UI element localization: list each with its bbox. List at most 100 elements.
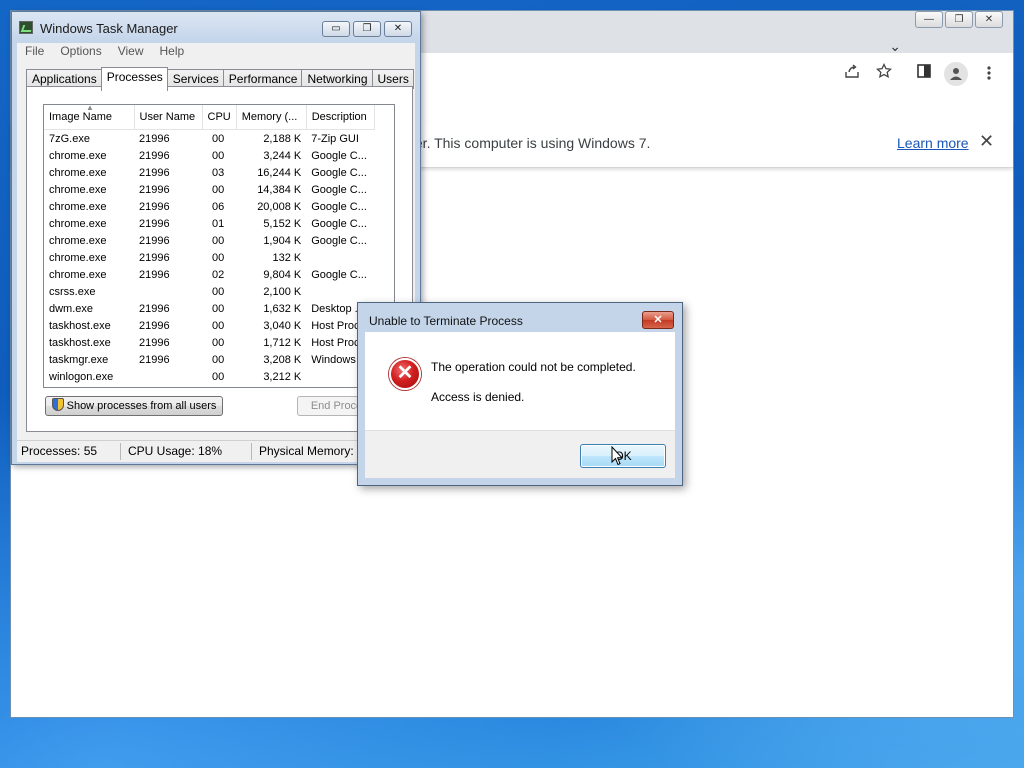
cell-user-name: 21996 (139, 336, 170, 349)
process-row[interactable]: chrome.exe 21996 03 16,244 K Google C... (44, 164, 374, 181)
cell-memory: 132 K (272, 251, 302, 264)
process-row[interactable]: chrome.exe 21996 00 14,384 K Google C... (44, 181, 374, 198)
column-memory[interactable]: Memory (... (236, 105, 307, 130)
process-row[interactable]: chrome.exe 21996 00 1,904 K Google C... (44, 232, 374, 249)
dialog-message: The operation could not be completed. (431, 360, 636, 374)
cell-user-name: 21996 (139, 234, 170, 247)
cell-cpu: 00 (212, 132, 225, 145)
cell-memory: 14,384 K (257, 183, 302, 196)
cell-user-name: 21996 (139, 200, 170, 213)
column-description[interactable]: Description (306, 105, 375, 130)
process-row[interactable]: csrss.exe 00 2,100 K (44, 283, 374, 300)
tab-processes[interactable]: Processes (100, 67, 168, 91)
menu-help[interactable]: Help (152, 43, 193, 61)
status-processes: Processes: 55 (21, 444, 98, 458)
cell-image-name: chrome.exe (49, 217, 107, 230)
menu-view[interactable]: View (110, 43, 152, 61)
cell-cpu: 00 (212, 251, 225, 264)
cell-description: Google C... (311, 217, 367, 230)
show-all-processes-label: Show processes from all users (66, 400, 217, 412)
infobar-message: ter. This computer is using Windows 7. (411, 135, 651, 151)
cell-user-name: 21996 (139, 183, 170, 196)
cell-image-name: csrss.exe (49, 285, 96, 298)
chrome-minimize-button[interactable]: — (915, 11, 943, 28)
column-cpu[interactable]: CPU (202, 105, 237, 130)
process-list[interactable]: ▲ Image Name User Name CPU Memory (... De… (43, 104, 395, 388)
cell-user-name: 21996 (139, 166, 170, 179)
cell-user-name: 21996 (139, 149, 170, 162)
column-user-name[interactable]: User Name (134, 105, 203, 130)
cell-description: Google C... (311, 183, 367, 196)
menu-options[interactable]: Options (52, 43, 109, 61)
menu-icon[interactable] (977, 63, 1001, 87)
task-manager-app-icon (19, 21, 33, 34)
menu-file[interactable]: File (17, 43, 52, 61)
process-row[interactable]: chrome.exe 21996 01 5,152 K Google C... (44, 215, 374, 232)
process-row[interactable]: taskhost.exe 21996 00 1,712 K Host Proc... (44, 334, 374, 351)
status-divider (120, 443, 121, 460)
dialog-title: Unable to Terminate Process (369, 314, 523, 328)
column-image-name[interactable]: ▲ Image Name (44, 105, 135, 130)
process-row[interactable]: dwm.exe 21996 00 1,632 K Desktop ... (44, 300, 374, 317)
cell-cpu: 00 (212, 183, 225, 196)
learn-more-link[interactable]: Learn more (897, 135, 969, 151)
process-row[interactable]: taskmgr.exe 21996 00 3,208 K Windows ... (44, 351, 374, 368)
side-panel-icon[interactable] (912, 63, 936, 87)
process-row[interactable]: taskhost.exe 21996 00 3,040 K Host Proc... (44, 317, 374, 334)
ok-button[interactable]: OK (580, 444, 666, 468)
status-cpu-usage: CPU Usage: 18% (128, 444, 223, 458)
task-manager-titlebar[interactable]: Windows Task Manager ▭ ❐ ✕ (12, 12, 420, 42)
cell-user-name (134, 368, 202, 385)
dialog-footer: OK (365, 430, 675, 478)
cell-image-name: chrome.exe (49, 166, 107, 179)
cell-memory: 3,040 K (263, 319, 302, 332)
processes-panel: ▲ Image Name User Name CPU Memory (... De… (26, 86, 413, 432)
cell-memory: 9,804 K (263, 268, 302, 281)
process-row[interactable]: chrome.exe 21996 00 3,244 K Google C... (44, 147, 374, 164)
show-all-processes-button[interactable]: Show processes from all users (45, 396, 223, 416)
cell-memory: 1,632 K (263, 302, 302, 315)
minimize-button[interactable]: ▭ (322, 21, 350, 37)
process-row[interactable]: winlogon.exe 00 3,212 K (44, 368, 374, 385)
process-row[interactable]: 7zG.exe 21996 00 2,188 K 7-Zip GUI (44, 130, 374, 148)
share-icon[interactable] (840, 63, 864, 87)
cell-cpu: 00 (212, 319, 225, 332)
cell-image-name: 7zG.exe (49, 132, 90, 145)
cell-cpu: 00 (212, 370, 225, 383)
cell-description: Google C... (311, 200, 367, 213)
close-button[interactable]: ✕ (384, 21, 412, 37)
cell-cpu: 00 (212, 353, 225, 366)
cell-cpu: 00 (212, 149, 225, 162)
dialog-content: ✕ The operation could not be completed. … (365, 332, 675, 430)
dialog-close-button[interactable]: ✕ (642, 311, 674, 329)
cell-description: 7-Zip GUI (311, 132, 359, 145)
cell-image-name: chrome.exe (49, 200, 107, 213)
cell-cpu: 01 (212, 217, 225, 230)
cell-description (306, 249, 374, 266)
process-row[interactable]: chrome.exe 21996 00 132 K (44, 249, 374, 266)
process-row[interactable]: chrome.exe 21996 02 9,804 K Google C... (44, 266, 374, 283)
cell-memory: 3,212 K (263, 370, 302, 383)
cell-user-name: 21996 (139, 302, 170, 315)
uac-shield-icon (51, 398, 64, 411)
star-icon[interactable] (872, 62, 896, 87)
cell-memory: 2,100 K (263, 285, 302, 298)
chrome-close-button[interactable]: ✕ (975, 11, 1003, 28)
maximize-button[interactable]: ❐ (353, 21, 381, 37)
process-row[interactable]: chrome.exe 21996 06 20,008 K Google C... (44, 198, 374, 215)
cell-image-name: chrome.exe (49, 268, 107, 281)
status-divider (251, 443, 252, 460)
chrome-maximize-button[interactable]: ❐ (945, 11, 973, 28)
mouse-cursor-icon (611, 446, 623, 466)
cell-memory: 3,244 K (263, 149, 302, 162)
cell-memory: 20,008 K (257, 200, 302, 213)
cell-image-name: chrome.exe (49, 183, 107, 196)
cell-image-name: taskhost.exe (49, 319, 111, 332)
cell-description (306, 283, 374, 300)
sort-ascending-icon: ▲ (86, 105, 94, 112)
column-label: Image Name (49, 111, 112, 123)
infobar-close-icon[interactable]: ✕ (979, 131, 994, 152)
profile-icon[interactable] (944, 62, 968, 86)
cell-user-name: 21996 (139, 268, 170, 281)
cell-image-name: chrome.exe (49, 251, 107, 264)
